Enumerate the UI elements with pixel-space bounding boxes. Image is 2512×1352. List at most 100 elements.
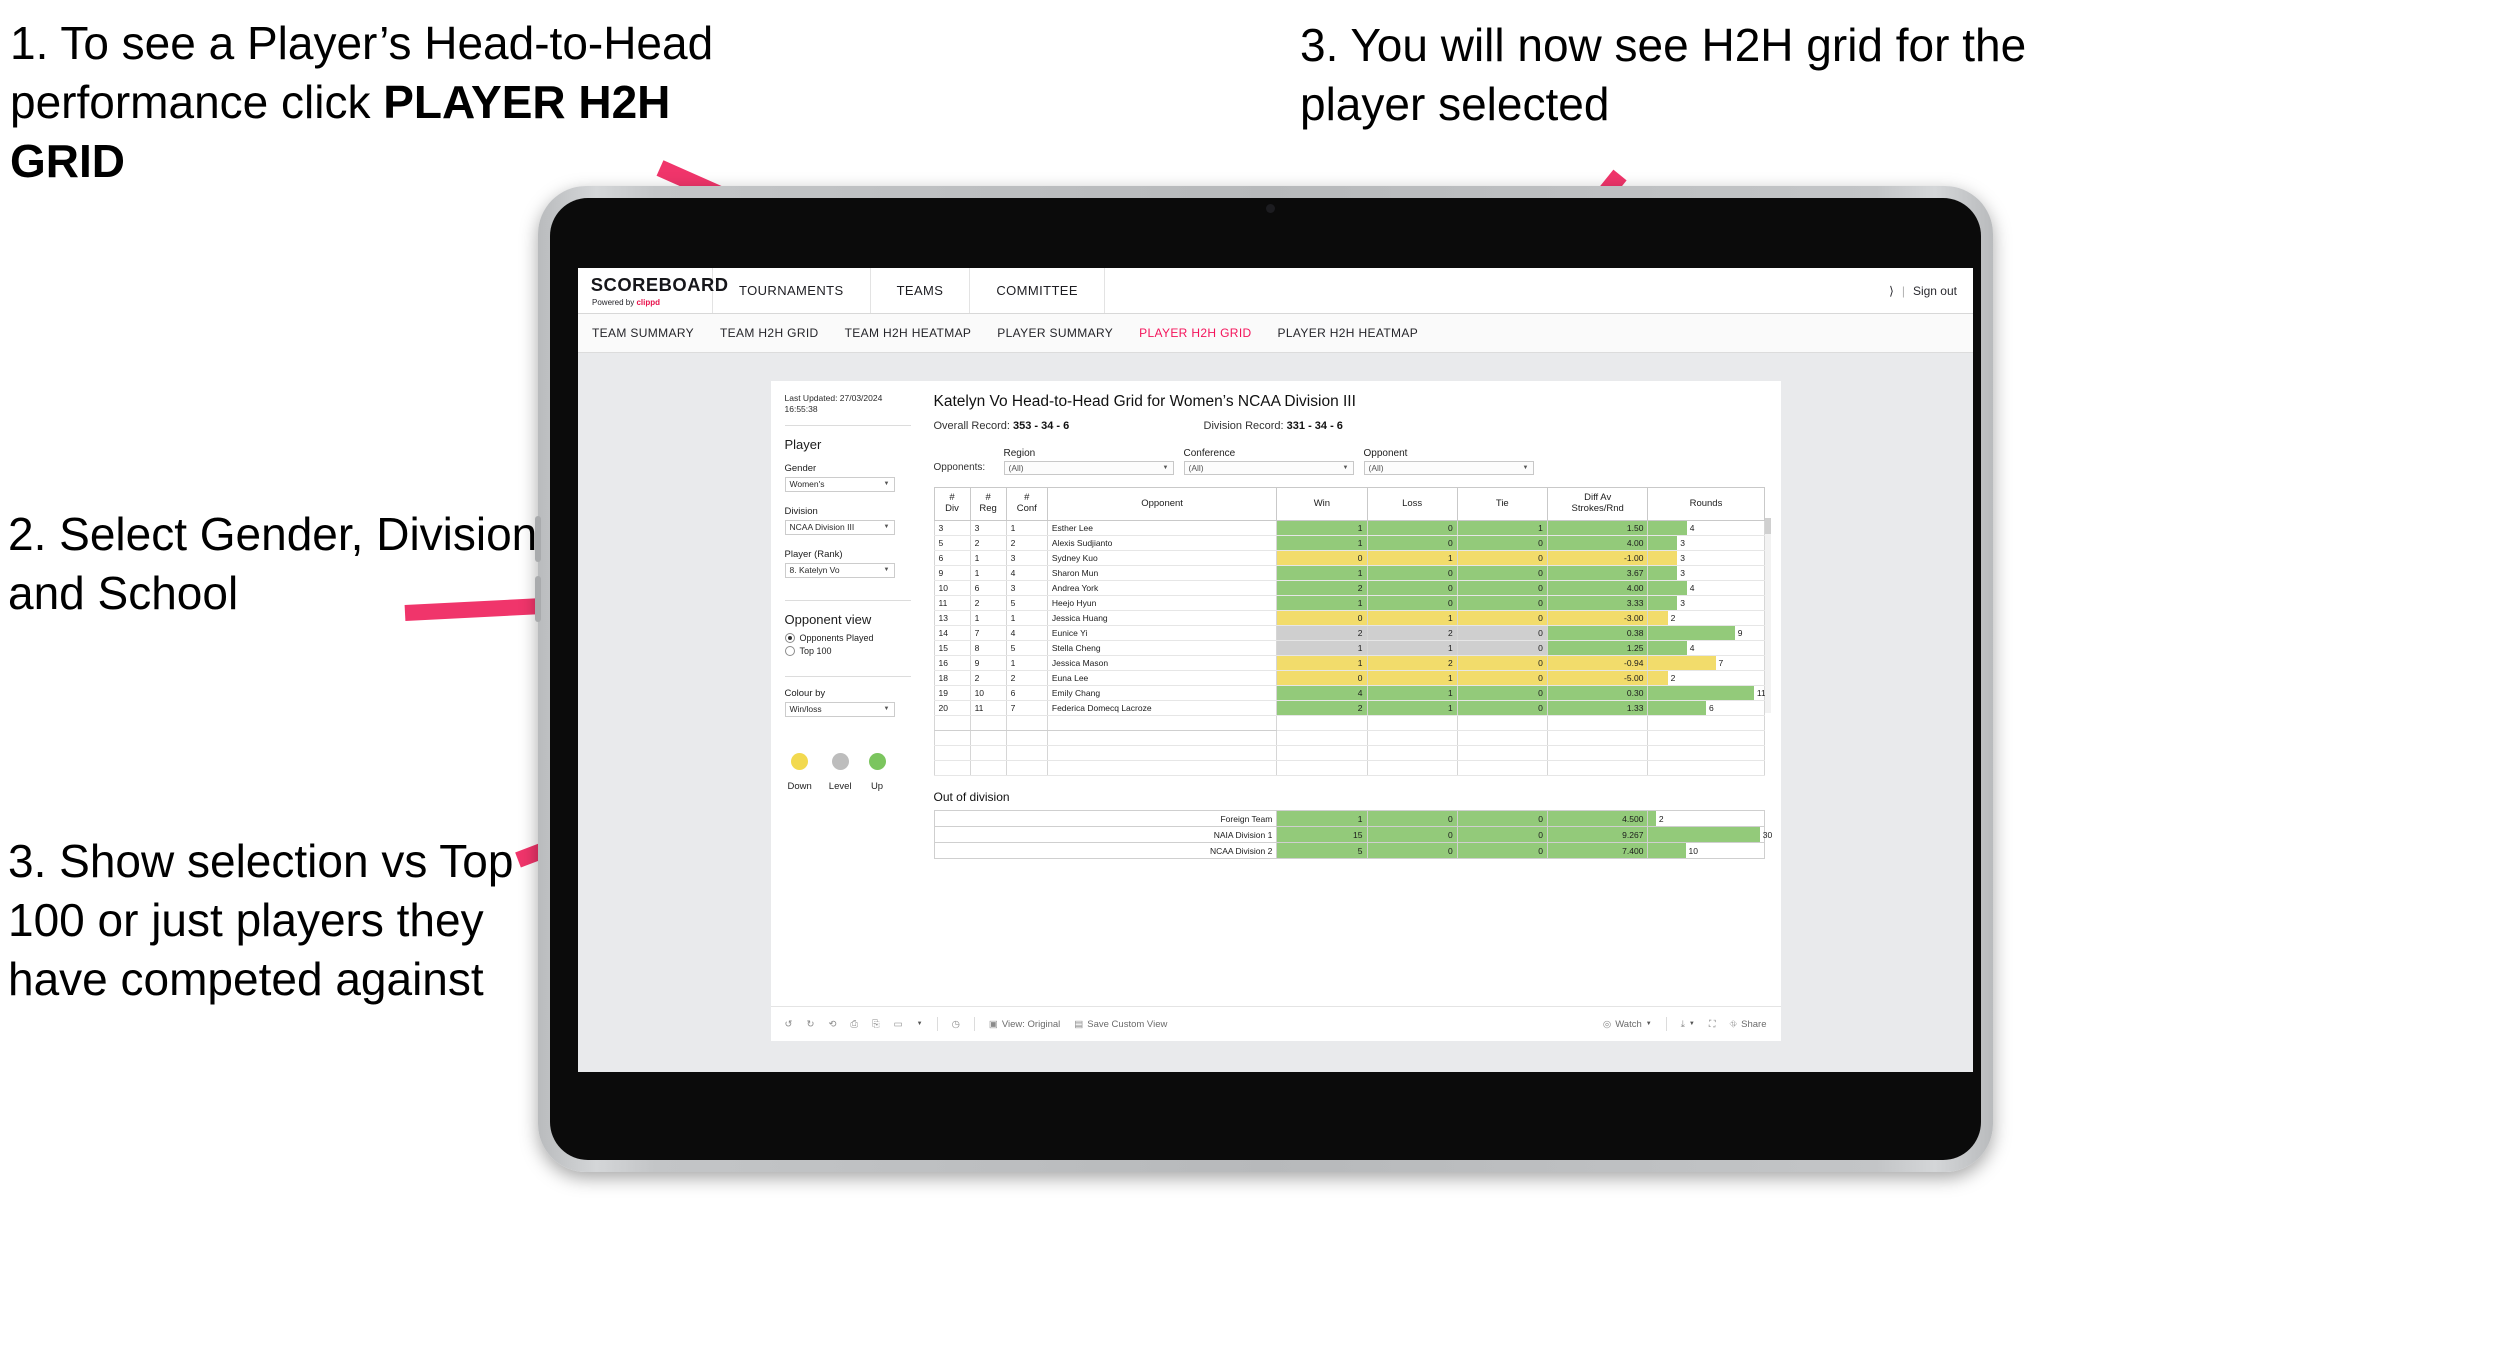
save-custom-view-button[interactable]: ▤ Save Custom View [1074, 1019, 1167, 1030]
cell-loss: 1 [1366, 640, 1458, 656]
record-summary: Overall Record: 353 - 34 - 6 Division Re… [934, 420, 1765, 432]
radio-opponents-played[interactable]: Opponents Played [784, 632, 925, 643]
radio-top-100[interactable]: Top 100 [784, 645, 925, 656]
region-select[interactable]: (All) ▼ [1003, 461, 1174, 475]
cell-tie: 0 [1456, 826, 1548, 843]
clock-icon[interactable]: ◷ [952, 1019, 960, 1030]
table-row[interactable]: 6 1 3 Sydney Kuo 0 1 0 -1.00 3 [933, 550, 1765, 566]
watch-button[interactable]: ◎ Watch ▼ [1603, 1019, 1652, 1030]
table-row[interactable]: 11 2 5 Heejo Hyun 1 0 0 3.33 3 [933, 595, 1765, 611]
tablet-camera [1266, 204, 1275, 213]
cell-diff: -1.00 [1546, 550, 1649, 566]
cell-empty [969, 715, 1007, 731]
cell-win: 2 [1276, 700, 1368, 716]
division-select[interactable]: NCAA Division III ▼ [784, 519, 895, 535]
cell-div: 19 [933, 685, 971, 701]
colour-legend: Down Level Up [785, 752, 925, 792]
share-button[interactable]: ⛗ Share [1730, 1019, 1767, 1030]
cell-conf: 1 [1005, 655, 1048, 671]
cell-reg: 2 [969, 670, 1007, 686]
cell-diff: 1.25 [1546, 640, 1649, 656]
refresh-icon[interactable]: ⎙ [850, 1019, 858, 1030]
grid-scrollbar-thumb[interactable] [1764, 518, 1771, 534]
cell-win: 15 [1276, 826, 1368, 843]
topnav-item-teams[interactable]: TEAMS [871, 268, 971, 313]
grid-col-header-1: # Reg [969, 487, 1007, 521]
cell-rounds: 6 [1647, 700, 1765, 716]
redo-icon[interactable]: ↻ [806, 1019, 814, 1030]
cell-empty [1366, 760, 1458, 776]
last-updated-date: Last Updated: 27/03/2024 [784, 393, 883, 403]
alert-icon[interactable]: ▭ [894, 1019, 903, 1030]
chevron-down-icon: ▼ [883, 481, 890, 488]
tab-team-h2h-heatmap[interactable]: TEAM H2H HEATMAP [845, 326, 972, 340]
chevron-down-icon[interactable]: ▼ [917, 1021, 923, 1027]
topnav-item-committee[interactable]: COMMITTEE [970, 268, 1105, 313]
grid-scrollbar-track[interactable] [1764, 518, 1771, 713]
cell-loss: 1 [1366, 610, 1458, 626]
cell-win: 2 [1276, 580, 1368, 596]
sign-out-link[interactable]: Sign out [1913, 284, 1957, 298]
topnav-item-tournaments[interactable]: TOURNAMENTS [713, 268, 871, 313]
tab-team-summary[interactable]: TEAM SUMMARY [592, 326, 694, 340]
cell-win: 1 [1276, 640, 1368, 656]
table-row[interactable]: 13 1 1 Jessica Huang 0 1 0 -3.00 2 [933, 610, 1765, 626]
cell-tie: 0 [1456, 670, 1548, 686]
undo-icon[interactable]: ↺ [785, 1019, 793, 1030]
table-row[interactable]: 15 8 5 Stella Cheng 1 1 0 1.25 4 [933, 640, 1765, 656]
cell-tie: 0 [1456, 580, 1548, 596]
cell-reg: 7 [969, 625, 1007, 641]
cell-reg: 6 [969, 580, 1007, 596]
table-row[interactable]: 9 1 4 Sharon Mun 1 0 0 3.67 3 [933, 565, 1765, 581]
revert-icon[interactable]: ⟲ [828, 1019, 836, 1030]
overall-record: Overall Record: 353 - 34 - 6 [934, 420, 1204, 432]
cell-div: 16 [933, 655, 971, 671]
download-button[interactable]: ⤓ ▼ [1681, 1019, 1695, 1030]
player-rank-select[interactable]: 8. Katelyn Vo ▼ [784, 562, 895, 578]
cell-reg: 1 [969, 550, 1007, 566]
cell-loss: 0 [1366, 595, 1458, 611]
gender-select[interactable]: Women's ▼ [784, 476, 895, 492]
cell-rounds: 3 [1647, 565, 1765, 581]
table-row[interactable]: 20 11 7 Federica Domecq Lacroze 2 1 0 1.33 6 [933, 700, 1765, 716]
cell-opponent: Stella Cheng [1046, 640, 1278, 656]
table-row[interactable]: 3 3 1 Esther Lee 1 0 1 1.50 4 [933, 520, 1765, 536]
cell-opponent: Sydney Kuo [1046, 550, 1278, 566]
brand-logo[interactable]: SCOREBOARD Powered by clippd [578, 268, 728, 313]
tab-player-summary[interactable]: PLAYER SUMMARY [997, 326, 1113, 340]
conference-value: (All) [1188, 463, 1204, 473]
fullscreen-icon[interactable]: ⛶ [1709, 1019, 1716, 1030]
cell-rounds: 10 [1647, 842, 1765, 859]
cell-conf: 5 [1005, 640, 1048, 656]
cell-empty [1005, 730, 1048, 746]
tab-team-h2h-grid[interactable]: TEAM H2H GRID [720, 326, 819, 340]
division-record-label: Division Record: [1203, 420, 1284, 432]
table-row-empty [933, 760, 1765, 776]
tab-player-h2h-grid[interactable]: PLAYER H2H GRID [1139, 326, 1251, 340]
conference-select[interactable]: (All) ▼ [1183, 461, 1354, 475]
table-row[interactable]: 10 6 3 Andrea York 2 0 0 4.00 4 [933, 580, 1765, 596]
overall-record-label: Overall Record: [933, 420, 1010, 432]
colour-by-select[interactable]: Win/loss ▼ [784, 701, 895, 717]
table-row[interactable]: Foreign Team 1 0 0 4.500 2 [933, 810, 1765, 827]
account-chevron-icon[interactable]: ⟩ [1889, 284, 1894, 298]
table-row[interactable]: 14 7 4 Eunice Yi 2 2 0 0.38 9 [933, 625, 1765, 641]
cell-diff: 1.33 [1546, 700, 1649, 716]
pause-updates-icon[interactable]: ⎘ [872, 1019, 880, 1030]
cell-diff: 4.00 [1546, 580, 1649, 596]
colour-by-value: Win/loss [789, 704, 822, 715]
table-row[interactable]: 18 2 2 Euna Lee 0 1 0 -5.00 2 [933, 670, 1765, 686]
view-original-button[interactable]: ▣ View: Original [989, 1019, 1060, 1030]
table-row[interactable]: 16 9 1 Jessica Mason 1 2 0 -0.94 7 [933, 655, 1765, 671]
table-row[interactable]: 5 2 2 Alexis Sudjianto 1 0 0 4.00 3 [933, 535, 1765, 551]
table-row[interactable]: NAIA Division 1 15 0 0 9.267 30 [933, 826, 1772, 843]
table-row[interactable]: NCAA Division 2 5 0 0 7.400 10 [933, 842, 1765, 859]
grid-col-header-5: Loss [1366, 487, 1458, 521]
table-row[interactable]: 19 10 6 Emily Chang 4 1 0 0.30 11 [933, 685, 1766, 701]
tab-player-h2h-heatmap[interactable]: PLAYER H2H HEATMAP [1278, 326, 1419, 340]
cell-empty [1005, 760, 1048, 776]
cell-group-name: Foreign Team [933, 810, 1278, 827]
division-record: Division Record: 331 - 34 - 6 [1204, 420, 1474, 432]
opponent-select[interactable]: (All) ▼ [1363, 461, 1534, 475]
cell-conf: 2 [1005, 535, 1048, 551]
